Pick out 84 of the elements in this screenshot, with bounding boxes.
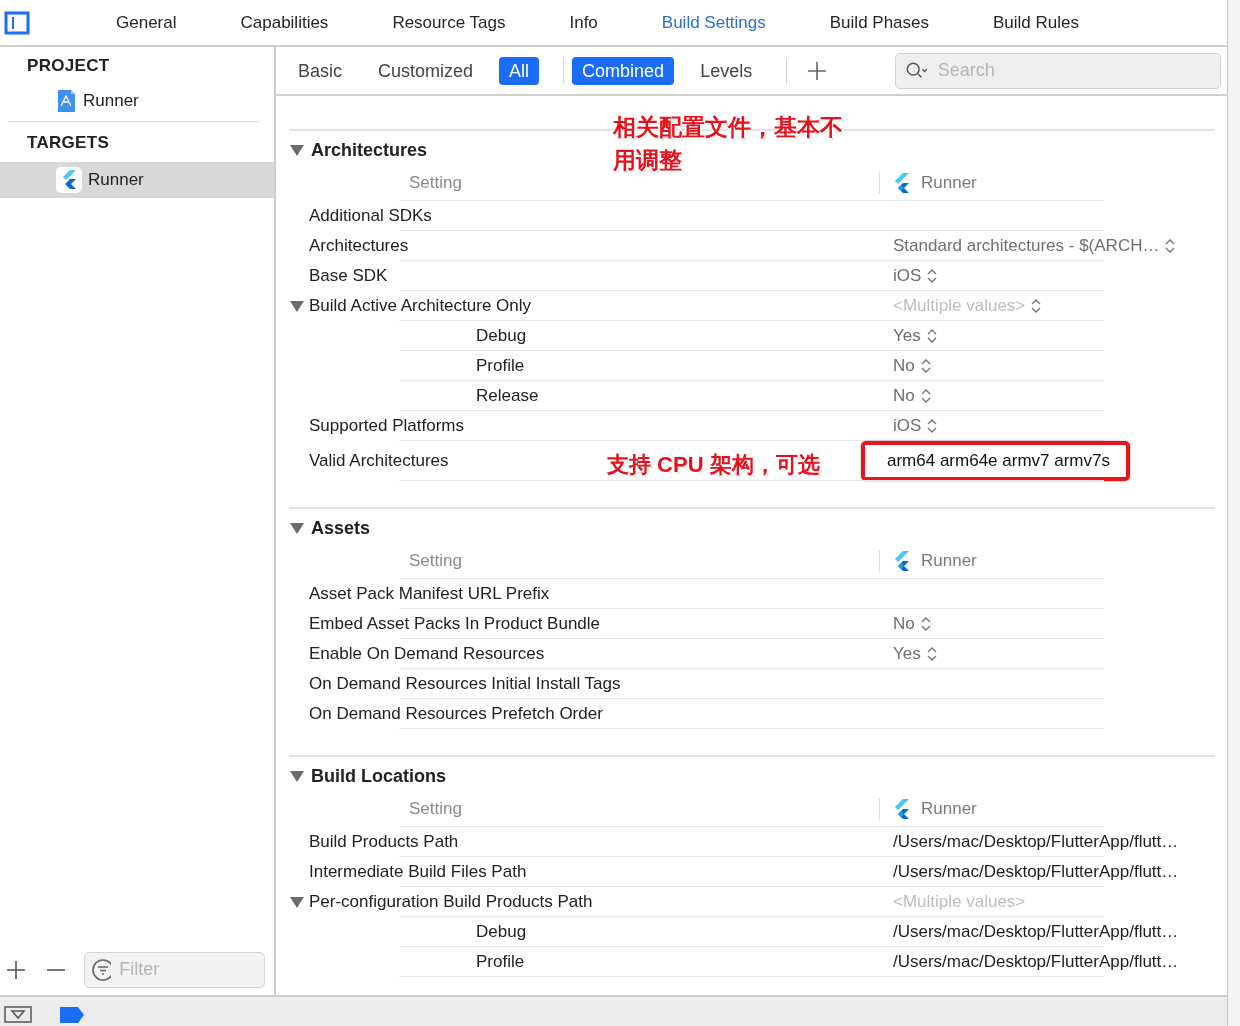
setting-value: <Multiple values> <box>893 891 1026 914</box>
stepper-icon[interactable] <box>1164 238 1177 254</box>
add-icon[interactable] <box>807 60 828 81</box>
setting-name: On Demand Resources Prefetch Order <box>309 703 603 726</box>
sidebar-item[interactable]: Runner <box>0 162 274 198</box>
setting-value: /Users/mac/Desktop/FlutterApp/flutt… <box>893 831 1179 854</box>
setting-name: Architectures <box>309 235 409 258</box>
setting-name: Additional SDKs <box>309 205 432 228</box>
tab[interactable]: Build Settings <box>661 9 766 36</box>
setting-name: Profile <box>476 951 525 974</box>
tab[interactable]: Info <box>569 9 598 36</box>
setting-name: On Demand Resources Initial Install Tags <box>309 673 621 696</box>
tab[interactable]: Capabilities <box>240 9 329 36</box>
setting-name: Build Active Architecture Only <box>309 295 532 318</box>
column-header: Setting <box>409 799 462 819</box>
stepper-icon[interactable] <box>925 328 938 344</box>
scope-tab[interactable]: Basic <box>288 56 352 85</box>
flutter-app-icon <box>56 167 82 193</box>
disclosure-triangle-icon[interactable] <box>289 142 305 158</box>
sidebar-item[interactable]: Runner <box>0 83 274 119</box>
setting-name: Embed Asset Packs In Product Bundle <box>309 613 601 636</box>
section-title: Assets <box>311 516 371 540</box>
setting-name: Supported Platforms <box>309 415 464 438</box>
stepper-icon[interactable] <box>919 388 932 404</box>
filter-icon <box>91 957 112 982</box>
section-title: Build Locations <box>311 764 446 788</box>
scope-tab[interactable]: Combined <box>572 56 675 85</box>
setting-value[interactable]: Yes <box>893 641 921 667</box>
setting-name: Release <box>476 385 539 408</box>
tab[interactable]: Build Phases <box>829 9 929 36</box>
setting-value[interactable]: No <box>893 611 915 637</box>
highlighted-value: arm64 arm64e armv7 armv7s <box>861 441 1130 481</box>
stepper-icon[interactable] <box>919 616 932 632</box>
column-header: Runner <box>879 798 1215 820</box>
setting-value: /Users/mac/Desktop/FlutterApp/flutt… <box>893 951 1179 974</box>
setting-value[interactable]: No <box>893 353 915 379</box>
sidebar-toggle-icon[interactable] <box>4 10 30 35</box>
stepper-icon[interactable] <box>926 418 939 434</box>
scope-tab[interactable]: All <box>499 56 540 85</box>
column-header: Runner <box>879 550 1215 572</box>
setting-name: Per-configuration Build Products Path <box>309 891 593 914</box>
tab[interactable]: Build Rules <box>993 9 1079 36</box>
annotation-text: 支持 CPU 架构，可选 <box>607 451 820 479</box>
setting-value[interactable]: iOS <box>893 263 922 289</box>
setting-name: Debug <box>476 325 527 348</box>
setting-name: Enable On Demand Resources <box>309 643 545 666</box>
setting-name: Debug <box>476 921 527 944</box>
group-header: TARGETS <box>26 132 111 154</box>
column-header: Setting <box>409 173 462 193</box>
setting-name: Intermediate Build Files Path <box>309 861 527 884</box>
add-icon[interactable] <box>6 959 26 980</box>
column-header: Runner <box>879 172 1215 194</box>
section-title: Architectures <box>311 138 428 162</box>
setting-value: /Users/mac/Desktop/FlutterApp/flutt… <box>893 861 1179 884</box>
setting-value: /Users/mac/Desktop/FlutterApp/flutt… <box>893 921 1179 944</box>
stepper-icon[interactable] <box>925 646 938 662</box>
setting-value[interactable]: Yes <box>893 323 921 349</box>
group-header: PROJECT <box>26 55 111 77</box>
stepper-icon[interactable] <box>919 358 932 374</box>
scope-tab[interactable]: Levels <box>690 56 763 85</box>
setting-name: Base SDK <box>309 265 388 288</box>
disclosure-triangle-icon[interactable] <box>289 298 305 314</box>
stepper-icon[interactable] <box>1030 298 1043 314</box>
filter-field[interactable]: Filter <box>117 954 264 985</box>
tab[interactable]: Resource Tags <box>392 9 506 36</box>
setting-value[interactable]: Standard architectures - $(ARCH… <box>893 233 1160 259</box>
disclosure-triangle-icon[interactable] <box>289 520 305 536</box>
tab[interactable]: General <box>116 9 177 36</box>
setting-name: Profile <box>476 355 525 378</box>
scope-tab[interactable]: Customized <box>368 56 484 85</box>
setting-value[interactable]: No <box>893 383 915 409</box>
disclosure-triangle-icon[interactable] <box>289 768 305 784</box>
setting-value[interactable]: iOS <box>893 413 922 439</box>
filter-box[interactable]: Filter <box>84 951 265 988</box>
setting-name: Build Products Path <box>309 831 459 854</box>
search-field[interactable]: Search <box>935 55 1220 86</box>
setting-name: Valid Architectures <box>309 450 449 473</box>
disclosure-triangle-icon[interactable] <box>289 894 305 910</box>
stepper-icon[interactable] <box>926 268 939 284</box>
project-file-icon <box>56 89 77 113</box>
column-header: Setting <box>409 551 462 571</box>
setting-name: Asset Pack Manifest URL Prefix <box>309 583 550 606</box>
annotation-text: 相关配置文件，基本不用调整 <box>613 113 844 175</box>
search-box[interactable]: Search <box>895 52 1221 89</box>
